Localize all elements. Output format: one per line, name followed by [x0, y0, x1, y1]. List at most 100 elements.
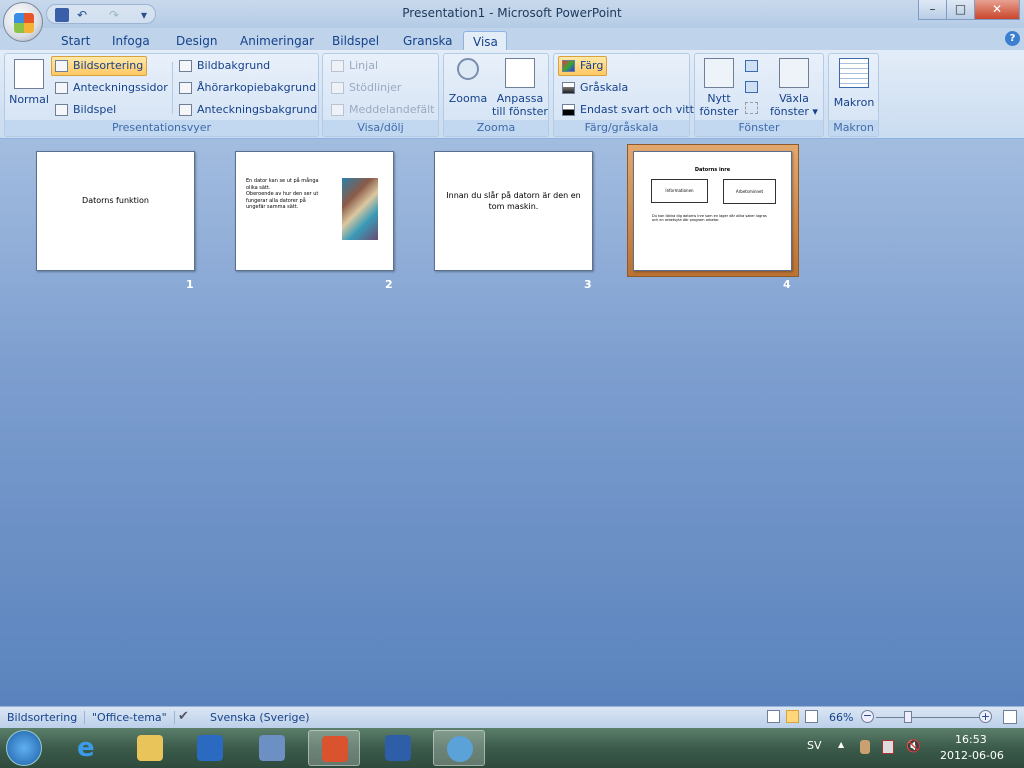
slide-number: 1 [186, 278, 194, 291]
taskbar-powerpoint[interactable] [308, 730, 360, 766]
taskbar-other-app[interactable] [433, 730, 485, 766]
clock-date[interactable]: 2012-06-06 [940, 749, 1004, 762]
language-indicator[interactable]: SV [807, 739, 822, 752]
slide-thumbnail-3[interactable]: Innan du slår på datorn är den en tom ma… [434, 151, 593, 271]
notes-master-button[interactable]: Anteckningsbakgrund [179, 101, 317, 119]
normal-view-icon[interactable] [767, 710, 780, 723]
slideshow-view-icon[interactable] [805, 710, 818, 723]
grayscale-button[interactable]: Gråskala [562, 79, 628, 97]
ribbon: Normal Bildsortering Anteckningssidor Bi… [0, 50, 1024, 139]
cascade-icon[interactable] [745, 81, 758, 93]
customize-qat-icon[interactable]: ▾ [137, 8, 151, 22]
color-button[interactable]: Färg [558, 56, 608, 76]
spellcheck-icon[interactable]: ✔ [178, 709, 189, 724]
minimize-button[interactable]: – [918, 0, 947, 20]
office-button[interactable] [3, 2, 43, 42]
network-icon[interactable] [882, 740, 894, 754]
group-label: Makron [829, 120, 878, 136]
group-makron: Makron Makron [828, 53, 879, 137]
slideshow-label: Bildspel [73, 103, 117, 116]
zoom-level[interactable]: 66% [829, 711, 853, 724]
tab-design[interactable]: Design [167, 31, 226, 51]
slide-thumbnail-1[interactable]: Datorns funktion [36, 151, 195, 271]
color-icon [562, 60, 575, 72]
new-window-icon [704, 58, 734, 88]
status-language[interactable]: Svenska (Sverige) [203, 711, 317, 724]
black-white-button[interactable]: Endast svart och vitt [562, 101, 694, 119]
taskbar-word[interactable] [372, 730, 424, 766]
taskbar-paint[interactable] [246, 730, 298, 766]
redo-icon[interactable]: ↷ [107, 8, 121, 22]
zoom-out-icon[interactable]: − [861, 710, 874, 723]
slide-sorter-label: Bildsortering [73, 59, 144, 72]
close-button[interactable]: ✕ [974, 0, 1020, 20]
switch-window-icon [779, 58, 809, 88]
taskbar-explorer[interactable] [124, 730, 176, 766]
taskbar-internet-explorer[interactable]: e [64, 730, 116, 766]
tab-animeringar[interactable]: Animeringar [231, 31, 323, 51]
switch-window-button[interactable]: Växla fönster ▾ [767, 58, 821, 118]
fit-slide-icon[interactable] [1003, 710, 1017, 724]
quick-access-toolbar: ↶ ↷ ▾ [46, 4, 156, 24]
tab-visa[interactable]: Visa [463, 31, 507, 51]
arrange-all-icon[interactable] [745, 60, 758, 72]
slide-sorter-view-icon[interactable] [786, 710, 799, 723]
slide-text: Oberoende av hur den ser ut fungerar all… [246, 191, 319, 210]
ruler-checkbox[interactable]: Linjal [331, 57, 378, 75]
tab-infoga[interactable]: Infoga [103, 31, 159, 51]
slide-sorter-button[interactable]: Bildsortering [51, 56, 148, 76]
zoom-label: Zooma [448, 92, 488, 105]
group-farg-graskala: Färg Gråskala Endast svart och vitt Färg… [553, 53, 694, 137]
gridlines-checkbox[interactable]: Stödlinjer [331, 79, 401, 97]
slide-number: 2 [385, 278, 393, 291]
move-split-icon[interactable] [745, 102, 758, 114]
help-icon[interactable]: ? [1005, 31, 1020, 46]
ruler-label: Linjal [349, 59, 379, 72]
save-icon[interactable] [55, 8, 69, 22]
handout-master-label: Åhörarkopiebakgrund [197, 81, 317, 94]
handout-master-icon [179, 82, 192, 94]
maximize-button[interactable]: □ [946, 0, 975, 20]
tray-app-icon[interactable] [860, 740, 870, 754]
notes-page-button[interactable]: Anteckningssidor [55, 79, 168, 97]
message-bar-checkbox[interactable]: Meddelandefält [331, 101, 435, 119]
zoom-button[interactable]: Zooma [448, 58, 488, 105]
tab-start[interactable]: Start [52, 31, 99, 51]
gridlines-label: Stödlinjer [349, 81, 402, 94]
notes-page-icon [55, 82, 68, 94]
taskbar-media-player[interactable] [184, 730, 236, 766]
group-label: Presentationsvyer [5, 120, 318, 136]
slideshow-icon [55, 104, 68, 116]
slide-master-label: Bildbakgrund [197, 59, 271, 72]
normal-view-button[interactable]: Normal [9, 59, 49, 106]
slideshow-button[interactable]: Bildspel [55, 101, 116, 119]
start-button[interactable] [6, 730, 42, 766]
tab-granska[interactable]: Granska [394, 31, 462, 51]
new-window-label-1: Nytt [707, 92, 731, 105]
zoom-slider-track[interactable] [876, 717, 980, 718]
checkbox-icon [331, 60, 344, 72]
zoom-slider-thumb[interactable] [904, 711, 913, 723]
show-hidden-icons[interactable]: ▲ [838, 740, 844, 749]
volume-muted-icon[interactable]: 🔇 [906, 739, 921, 753]
macros-label: Makron [833, 96, 875, 109]
status-theme: "Office-tema" [85, 711, 175, 724]
zoom-in-icon[interactable]: + [979, 710, 992, 723]
fit-to-window-button[interactable]: Anpassa till fönster [492, 58, 548, 118]
undo-icon[interactable]: ↶ [75, 8, 89, 22]
group-label: Färg/gråskala [554, 120, 689, 136]
notes-page-label: Anteckningssidor [73, 81, 168, 94]
slide-thumbnail-4[interactable]: Datorns inre Informationen Arbetsminnet … [633, 151, 792, 271]
message-bar-label: Meddelandefält [349, 103, 435, 116]
fit-window-icon [505, 58, 535, 88]
slide-text: En dator kan se ut på många olika sätt. [246, 178, 319, 191]
slide-thumbnail-2[interactable]: En dator kan se ut på många olika sätt. … [235, 151, 394, 271]
handout-master-button[interactable]: Åhörarkopiebakgrund [179, 79, 316, 97]
new-window-label-2: fönster [699, 105, 739, 118]
tab-bildspel[interactable]: Bildspel [323, 31, 388, 51]
clock-time[interactable]: 16:53 [955, 733, 987, 746]
slide-master-button[interactable]: Bildbakgrund [179, 57, 270, 75]
new-window-button[interactable]: Nytt fönster [699, 58, 739, 118]
fit-label-1: Anpassa [496, 92, 544, 105]
macros-button[interactable]: Makron [831, 58, 877, 109]
